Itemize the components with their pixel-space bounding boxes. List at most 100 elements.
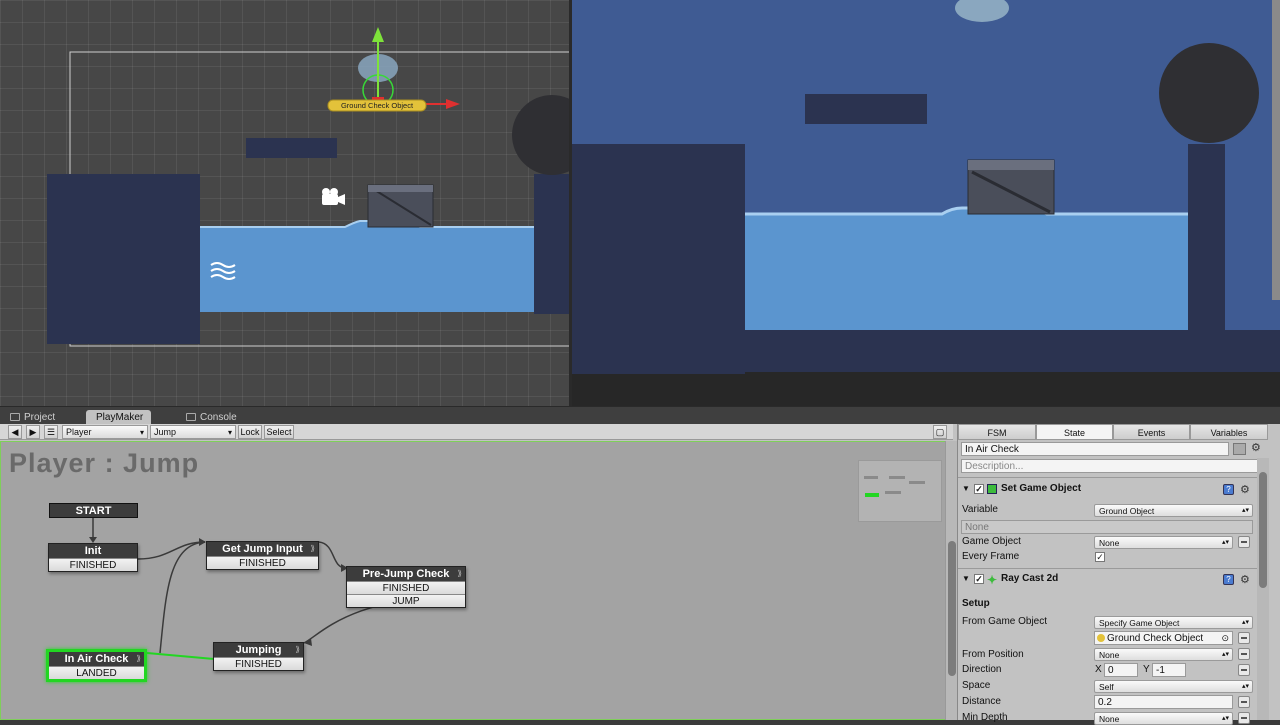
dropdown-arrow-icon: ▴▾ — [1221, 539, 1229, 546]
game-sphere — [1159, 43, 1259, 143]
field-label: Space — [962, 680, 991, 691]
game-object-dropdown[interactable]: None ▴▾ — [1094, 536, 1233, 549]
state-event[interactable]: JUMP — [347, 594, 465, 607]
action-enabled-checkbox[interactable]: ✓ — [974, 484, 984, 494]
state-in-air-check[interactable]: In Air Check ⟫ LANDED — [46, 649, 147, 682]
color-swatch[interactable] — [1233, 443, 1246, 455]
gear-icon[interactable]: ⚙ — [1251, 441, 1261, 454]
gear-icon[interactable]: ⚙ — [1240, 573, 1250, 586]
expand-icon: ⟫ — [310, 544, 315, 553]
state-init[interactable]: Init FINISHED — [48, 543, 138, 572]
direction-y-input[interactable]: -1 — [1152, 663, 1186, 677]
gear-icon[interactable]: ⚙ — [1240, 483, 1250, 496]
collapse-icon[interactable]: ▼ — [962, 570, 970, 588]
game-scrollbar[interactable] — [1272, 0, 1280, 300]
variable-toggle-icon[interactable] — [1238, 632, 1250, 644]
fsm-owner-dropdown[interactable]: Player ▾ — [62, 425, 148, 439]
variable-toggle-icon[interactable] — [1238, 536, 1250, 548]
expand-icon: ⟫ — [136, 654, 141, 663]
dropdown-arrow-icon: ▴▾ — [1221, 715, 1229, 722]
bottom-panel: Project PlayMaker Console ◀ ▶ ☰ Player ▾… — [0, 406, 1280, 725]
game-floating-platform — [805, 94, 927, 124]
back-button[interactable]: ◀ — [8, 425, 22, 439]
direction-x-input[interactable]: 0 — [1104, 663, 1138, 677]
floating-platform — [246, 138, 337, 158]
variable-toggle-icon[interactable] — [1238, 648, 1250, 660]
gizmo-label: Ground Check Object — [340, 101, 414, 110]
tab-events[interactable]: Events — [1113, 424, 1190, 440]
folder-icon — [10, 413, 20, 421]
space-value: Self — [1099, 682, 1114, 692]
variable-name-field[interactable]: None — [961, 520, 1253, 534]
tab-variables[interactable]: Variables — [1190, 424, 1268, 440]
dropdown-arrow-icon: ▾ — [139, 428, 144, 437]
y-label: Y — [1143, 664, 1150, 675]
min-depth-dropdown[interactable]: None ▴▾ — [1094, 712, 1233, 725]
action-ray-cast-2d[interactable]: ▼ ✓ ✦ Ray Cast 2d — [958, 570, 1258, 588]
tab-playmaker[interactable]: PlayMaker — [86, 410, 152, 425]
variable-dropdown[interactable]: Ground Object ▴▾ — [1094, 504, 1253, 517]
section-label: Setup — [962, 598, 990, 609]
description-input[interactable]: Description... — [961, 459, 1266, 473]
scene-view[interactable]: Ground Check Object — [0, 0, 569, 406]
field-label: Every Frame — [962, 551, 1020, 562]
state-name-input[interactable]: In Air Check — [961, 442, 1229, 456]
state-event[interactable]: FINISHED — [214, 657, 303, 670]
variable-toggle-icon[interactable] — [1238, 712, 1250, 724]
tab-state[interactable]: State — [1036, 424, 1113, 440]
state-inspector: FSM State Events Variables In Air Check … — [957, 424, 1280, 725]
state-event[interactable]: FINISHED — [347, 581, 465, 594]
graph-view-icon[interactable]: ▢ — [933, 425, 947, 439]
state-jumping[interactable]: Jumping ⟫ FINISHED — [213, 642, 304, 671]
variable-toggle-icon[interactable] — [1238, 696, 1250, 708]
variable-toggle-icon[interactable] — [1238, 664, 1250, 676]
state-pre-jump-check[interactable]: Pre-Jump Check ⟫ FINISHED JUMP — [346, 566, 466, 608]
water-body — [200, 221, 534, 312]
scrollbar-thumb[interactable] — [948, 541, 956, 676]
camera-icon — [322, 188, 345, 205]
playmaker-toolbar: ◀ ▶ ☰ Player ▾ Jump ▾ Lock Select ▢ — [0, 424, 953, 440]
tab-console[interactable]: Console — [178, 410, 245, 425]
tab-project[interactable]: Project — [2, 410, 63, 425]
graph-scrollbar[interactable] — [945, 441, 957, 720]
scrollbar-thumb[interactable] — [1259, 472, 1267, 588]
tab-project-label: Project — [24, 412, 56, 423]
field-label: Variable — [962, 504, 998, 515]
target-icon[interactable]: ⊙ — [1221, 632, 1229, 645]
every-frame-checkbox[interactable]: ✓ — [1095, 552, 1105, 562]
scene-sphere — [512, 95, 569, 175]
object-reference-field[interactable]: Ground Check Object ⊙ — [1094, 631, 1233, 645]
from-position-dropdown[interactable]: None ▴▾ — [1094, 648, 1233, 661]
lock-button[interactable]: Lock — [238, 425, 262, 439]
distance-input[interactable]: 0.2 — [1094, 695, 1233, 709]
state-event[interactable]: FINISHED — [207, 556, 318, 569]
game-view[interactable] — [572, 0, 1280, 406]
collapse-icon[interactable]: ▼ — [962, 480, 970, 498]
help-icon[interactable]: ? — [1223, 574, 1234, 585]
from-game-object-dropdown[interactable]: Specify Game Object ▴▾ — [1094, 616, 1253, 629]
fsm-graph[interactable]: Player : Jump START Init FINISHED Get Ju… — [0, 441, 945, 720]
state-get-jump-input[interactable]: Get Jump Input ⟫ FINISHED — [206, 541, 319, 570]
inspector-scrollbar[interactable] — [1257, 458, 1269, 720]
field-label: From Position — [962, 649, 1024, 660]
field-label: Distance — [962, 696, 1001, 707]
from-game-object-value: Specify Game Object — [1099, 618, 1180, 628]
state-event[interactable]: LANDED — [49, 666, 144, 679]
action-set-game-object[interactable]: ▼ ✓ Set Game Object — [958, 480, 1258, 498]
select-button[interactable]: Select — [264, 425, 294, 439]
menu-button[interactable]: ☰ — [44, 425, 58, 439]
tab-playmaker-label: PlayMaker — [96, 412, 144, 423]
space-dropdown[interactable]: Self ▴▾ — [1094, 680, 1253, 693]
help-icon[interactable]: ? — [1223, 484, 1234, 495]
object-reference-value: Ground Check Object — [1107, 633, 1204, 644]
inspector-tabs: FSM State Events Variables — [958, 424, 1280, 440]
action-enabled-checkbox[interactable]: ✓ — [974, 574, 984, 584]
field-label: Game Object — [962, 536, 1021, 547]
state-title: Get Jump Input ⟫ — [207, 542, 318, 556]
field-label: Min Depth — [962, 712, 1008, 723]
platform-right — [534, 174, 569, 314]
tab-fsm[interactable]: FSM — [958, 424, 1036, 440]
state-event[interactable]: FINISHED — [49, 558, 137, 571]
forward-button[interactable]: ▶ — [26, 425, 40, 439]
fsm-name-dropdown[interactable]: Jump ▾ — [150, 425, 236, 439]
